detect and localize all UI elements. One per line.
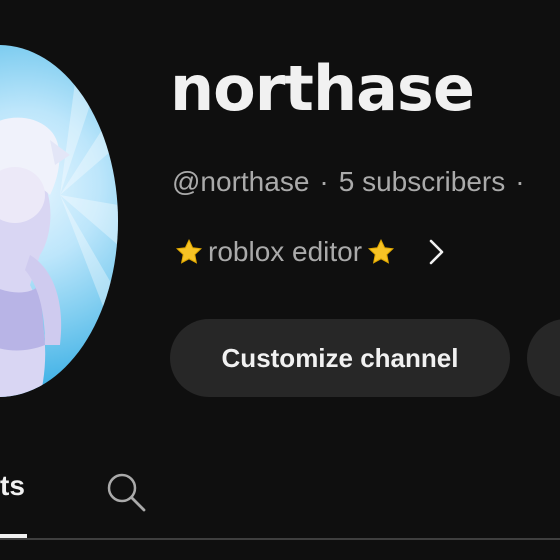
manage-videos-button[interactable] [527,319,560,397]
channel-meta: @northase · 5 subscribers · [172,166,525,198]
channel-name: northase [170,52,475,125]
channel-page: northase @northase · 5 subscribers · rob… [0,0,560,560]
description-text: roblox editor [208,236,363,267]
subscriber-count: 5 subscribers [338,166,506,197]
meta-separator: · [319,166,329,197]
channel-handle: @northase [172,166,310,197]
star-icon [366,237,396,267]
meta-separator-2: · [515,166,525,197]
tab-posts-label: ts [0,470,25,501]
customize-channel-button[interactable]: Customize channel [170,319,510,397]
avatar-image [0,45,118,397]
chevron-right-icon[interactable] [426,237,446,267]
tabs-divider [0,538,560,540]
channel-description[interactable]: roblox editor [174,236,446,268]
channel-avatar[interactable] [0,45,118,397]
star-icon [174,237,204,267]
search-icon[interactable] [104,470,148,514]
